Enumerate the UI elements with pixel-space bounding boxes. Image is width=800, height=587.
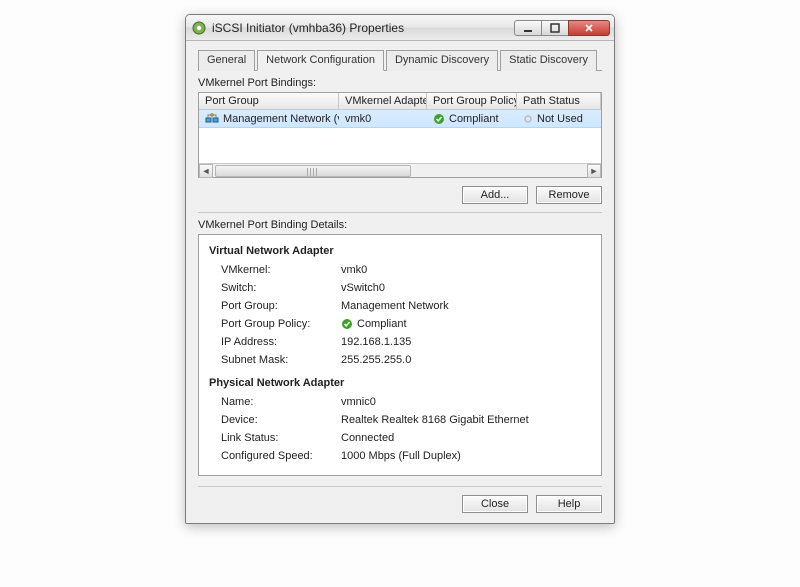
vmkernel-value: vmk0 [341,261,591,279]
vmkernel-label: VMkernel: [221,261,341,279]
portgroup-value: Management Network [341,297,591,315]
scroll-left-arrow-icon[interactable]: ◄ [199,164,213,178]
ip-label: IP Address: [221,333,341,351]
tab-general[interactable]: General [198,50,255,71]
scroll-right-arrow-icon[interactable]: ► [587,164,601,178]
ip-value: 192.168.1.135 [341,333,591,351]
cell-vmk-text: vmk0 [345,113,371,125]
window-title: iSCSI Initiator (vmhba36) Properties [212,21,509,35]
app-icon [192,21,206,35]
subnet-label: Subnet Mask: [221,351,341,369]
network-adapter-icon [205,113,219,125]
cell-vmkernel-adapter: vmk0 [339,113,427,125]
cell-port-group-text: Management Network (v... [223,113,339,125]
col-path-status[interactable]: Path Status [517,93,601,109]
scroll-thumb[interactable] [215,165,411,177]
grid-header[interactable]: Port Group VMkernel Adapter Port Group P… [199,93,601,110]
client-area: General Network Configuration Dynamic Di… [186,41,614,523]
close-button[interactable] [568,20,610,36]
check-circle-icon [341,318,353,330]
phys-name-label: Name: [221,393,341,411]
link-status-value: Connected [341,429,591,447]
table-row[interactable]: Management Network (v... vmk0 Compliant [199,110,601,128]
physical-adapter-heading: Physical Network Adapter [209,377,591,389]
virtual-adapter-heading: Virtual Network Adapter [209,245,591,257]
grid-body: Management Network (v... vmk0 Compliant [199,110,601,163]
switch-label: Switch: [221,279,341,297]
port-bindings-label: VMkernel Port Bindings: [198,77,602,89]
remove-button[interactable]: Remove [536,186,602,204]
check-circle-icon [433,113,445,125]
policy-value: Compliant [341,315,591,333]
device-value: Realtek Realtek 8168 Gigabit Ethernet [341,411,591,429]
help-button[interactable]: Help [536,495,602,513]
cell-port-group: Management Network (v... [199,113,339,125]
tab-network-config[interactable]: Network Configuration [257,50,384,71]
tab-dynamic-discovery[interactable]: Dynamic Discovery [386,50,498,71]
tab-bar: General Network Configuration Dynamic Di… [198,49,602,71]
subnet-value: 255.255.255.0 [341,351,591,369]
binding-buttons: Add... Remove [198,186,602,204]
col-vmkernel-adapter[interactable]: VMkernel Adapter [339,93,427,109]
speed-label: Configured Speed: [221,447,341,465]
tab-static-discovery[interactable]: Static Discovery [500,50,597,71]
policy-label: Port Group Policy: [221,315,341,333]
close-dialog-button[interactable]: Close [462,495,528,513]
status-dot-icon [523,114,533,124]
binding-details-panel: Virtual Network Adapter VMkernel:vmk0 Sw… [198,234,602,476]
binding-details-label: VMkernel Port Binding Details: [198,219,602,231]
divider [198,212,602,213]
policy-value-text: Compliant [357,315,407,333]
minimize-button[interactable] [514,20,542,36]
cell-path-status: Not Used [517,113,601,125]
speed-value: 1000 Mbps (Full Duplex) [341,447,591,465]
add-button[interactable]: Add... [462,186,528,204]
cell-policy: Compliant [427,113,517,125]
properties-dialog: iSCSI Initiator (vmhba36) Properties Gen… [185,14,615,524]
phys-name-value: vmnic0 [341,393,591,411]
titlebar[interactable]: iSCSI Initiator (vmhba36) Properties [186,15,614,41]
switch-value: vSwitch0 [341,279,591,297]
portgroup-label: Port Group: [221,297,341,315]
col-port-group[interactable]: Port Group [199,93,339,109]
window-controls [515,20,610,36]
maximize-button[interactable] [541,20,569,36]
device-label: Device: [221,411,341,429]
link-status-label: Link Status: [221,429,341,447]
dialog-footer: Close Help [198,486,602,513]
port-bindings-grid[interactable]: Port Group VMkernel Adapter Port Group P… [198,92,602,178]
cell-path-text: Not Used [537,113,583,125]
cell-policy-text: Compliant [449,113,499,125]
col-port-group-policy[interactable]: Port Group Policy [427,93,517,109]
horizontal-scrollbar[interactable]: ◄ ► [199,163,601,177]
